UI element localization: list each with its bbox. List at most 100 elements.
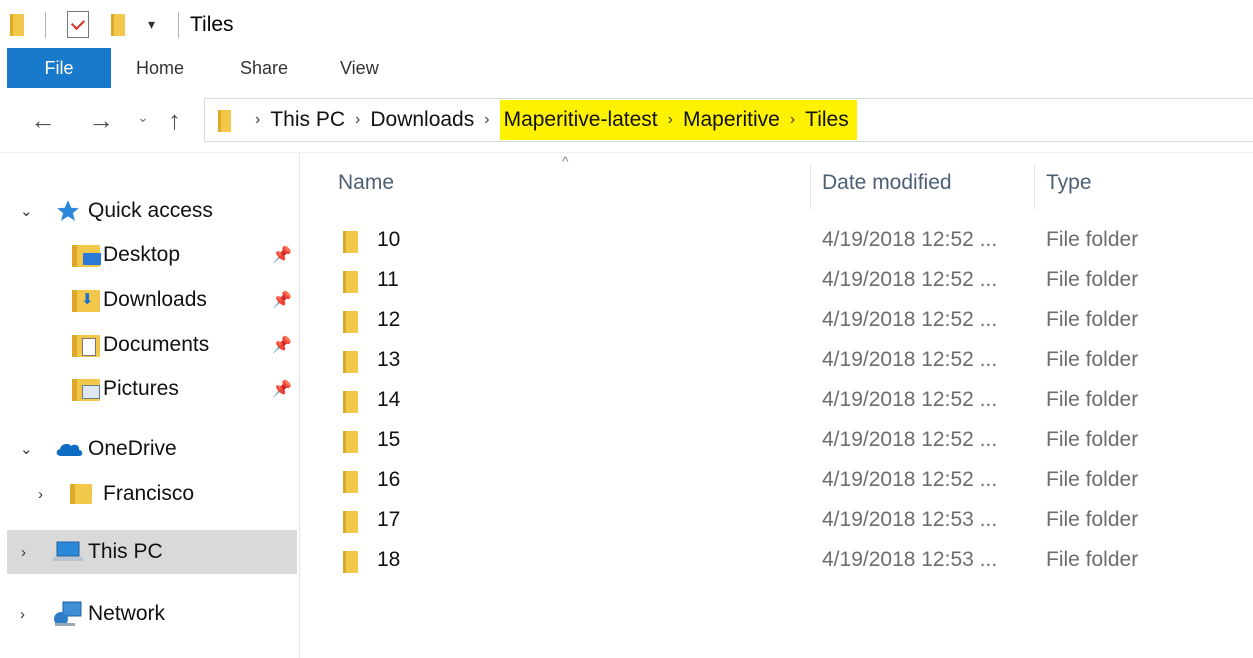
pin-icon[interactable]: 📌	[272, 335, 292, 355]
column-header-name[interactable]: Name	[338, 171, 394, 195]
file-type: File folder	[1046, 388, 1139, 411]
tab-home[interactable]: Home	[136, 48, 184, 88]
sidebar-item-this-pc[interactable]: › This PC	[7, 530, 297, 574]
table-row[interactable]: 16 4/19/2018 12:52 ... File folder	[300, 460, 1253, 500]
sidebar-item-francisco[interactable]: › Francisco	[0, 474, 298, 514]
pin-icon[interactable]: 📌	[272, 245, 292, 265]
folder-icon	[343, 391, 358, 413]
chevron-right-icon[interactable]: ›	[21, 544, 26, 561]
pin-icon[interactable]: 📌	[272, 379, 292, 399]
window-title: Tiles	[190, 13, 234, 36]
pictures-folder-icon	[72, 379, 100, 401]
sidebar-item-label: Pictures	[103, 377, 179, 400]
chevron-right-icon[interactable]: ›	[20, 606, 25, 623]
table-row[interactable]: 10 4/19/2018 12:52 ... File folder	[300, 220, 1253, 260]
address-bar[interactable]: › This PC › Downloads › Maperitive-lates…	[204, 98, 1253, 142]
sidebar-item-quick-access[interactable]: ⌄ Quick access	[0, 191, 298, 231]
folder-icon	[343, 311, 358, 333]
breadcrumb-maperitive-latest[interactable]: Maperitive-latest	[504, 108, 658, 132]
folder-icon	[70, 484, 92, 504]
new-folder-icon[interactable]	[111, 14, 125, 36]
tab-share[interactable]: Share	[240, 48, 288, 88]
documents-folder-icon	[72, 335, 100, 357]
file-type: File folder	[1046, 548, 1139, 571]
sidebar-item-desktop[interactable]: Desktop 📌	[0, 235, 298, 275]
sidebar-item-downloads[interactable]: Downloads 📌	[0, 280, 298, 320]
file-date: 4/19/2018 12:52 ...	[822, 388, 998, 411]
sidebar-item-label: Desktop	[103, 243, 181, 266]
sidebar-item-label: Downloads	[103, 288, 207, 311]
file-date: 4/19/2018 12:53 ...	[822, 548, 998, 571]
breadcrumb-separator[interactable]: ›	[790, 111, 795, 129]
up-button[interactable]: ↑	[168, 105, 181, 135]
column-header-type[interactable]: Type	[1046, 171, 1092, 195]
table-row[interactable]: 18 4/19/2018 12:53 ... File folder	[300, 540, 1253, 580]
folder-icon	[10, 14, 24, 36]
folder-icon	[343, 471, 358, 493]
breadcrumb-tiles[interactable]: Tiles	[805, 108, 849, 132]
breadcrumb-maperitive[interactable]: Maperitive	[683, 108, 780, 132]
table-row[interactable]: 13 4/19/2018 12:52 ... File folder	[300, 340, 1253, 380]
navigation-pane: ⌄ Quick access Desktop 📌 Downloads 📌 Doc…	[0, 153, 300, 658]
title-bar: ▾ Tiles	[0, 0, 1253, 48]
sidebar-item-onedrive[interactable]: ⌄ OneDrive	[0, 429, 298, 469]
file-type: File folder	[1046, 228, 1139, 251]
forward-button[interactable]: →	[88, 105, 114, 135]
file-date: 4/19/2018 12:52 ...	[822, 268, 998, 291]
chevron-right-icon[interactable]: ›	[38, 486, 43, 503]
sidebar-item-pictures[interactable]: Pictures 📌	[0, 369, 298, 409]
column-header-date-modified[interactable]: Date modified	[822, 171, 952, 195]
file-name: 13	[377, 348, 401, 371]
sort-ascending-icon: ^	[562, 153, 569, 169]
star-icon	[57, 200, 79, 221]
file-type: File folder	[1046, 348, 1139, 371]
folder-icon	[343, 351, 358, 373]
cloud-icon	[56, 443, 83, 456]
sidebar-item-documents[interactable]: Documents 📌	[0, 325, 298, 365]
table-row[interactable]: 15 4/19/2018 12:52 ... File folder	[300, 420, 1253, 460]
breadcrumb-separator[interactable]: ›	[668, 111, 673, 129]
table-row[interactable]: 12 4/19/2018 12:52 ... File folder	[300, 300, 1253, 340]
highlighted-path: Maperitive-latest › Maperitive › Tiles	[499, 100, 857, 140]
file-list: ^ Name Date modified Type 10 4/19/2018 1…	[300, 153, 1253, 658]
file-type: File folder	[1046, 268, 1139, 291]
table-row[interactable]: 14 4/19/2018 12:52 ... File folder	[300, 380, 1253, 420]
sidebar-item-label: Francisco	[103, 482, 195, 505]
breadcrumb-this-pc[interactable]: This PC	[270, 108, 345, 132]
file-name: 15	[377, 428, 401, 451]
recent-locations-button[interactable]: ⌄	[137, 109, 149, 126]
properties-icon[interactable]	[67, 11, 89, 38]
customize-toolbar-dropdown[interactable]: ▾	[148, 16, 155, 33]
file-date: 4/19/2018 12:52 ...	[822, 348, 998, 371]
tab-file[interactable]: File	[7, 48, 111, 88]
chevron-down-icon[interactable]: ⌄	[20, 440, 33, 458]
pin-icon[interactable]: 📌	[272, 290, 292, 310]
folder-icon	[343, 431, 358, 453]
breadcrumb-separator[interactable]: ›	[255, 111, 260, 129]
sidebar-item-label: Quick access	[88, 199, 213, 222]
table-row[interactable]: 11 4/19/2018 12:52 ... File folder	[300, 260, 1253, 300]
table-row[interactable]: 17 4/19/2018 12:53 ... File folder	[300, 500, 1253, 540]
tab-view[interactable]: View	[340, 48, 379, 88]
sidebar-item-network[interactable]: › Network	[0, 594, 298, 634]
file-name: 18	[377, 548, 401, 571]
navigation-bar: ← → ⌄ ↑ › This PC › Downloads › Maperiti…	[0, 95, 1253, 147]
column-divider[interactable]	[1034, 165, 1035, 209]
file-date: 4/19/2018 12:52 ...	[822, 228, 998, 251]
sidebar-item-label: Documents	[103, 333, 210, 356]
toolbar-separator	[45, 12, 46, 38]
breadcrumb-downloads[interactable]: Downloads	[370, 108, 474, 132]
back-button[interactable]: ←	[30, 105, 56, 135]
file-date: 4/19/2018 12:52 ...	[822, 308, 998, 331]
file-name: 17	[377, 508, 401, 531]
folder-icon	[343, 551, 358, 573]
breadcrumb-separator[interactable]: ›	[355, 111, 360, 129]
breadcrumb-separator[interactable]: ›	[484, 111, 489, 129]
file-name: 12	[377, 308, 401, 331]
desktop-folder-icon	[72, 245, 101, 267]
file-type: File folder	[1046, 308, 1139, 331]
column-divider[interactable]	[810, 165, 811, 209]
chevron-down-icon[interactable]: ⌄	[20, 202, 33, 220]
file-name: 16	[377, 468, 401, 491]
folder-icon	[218, 110, 231, 132]
